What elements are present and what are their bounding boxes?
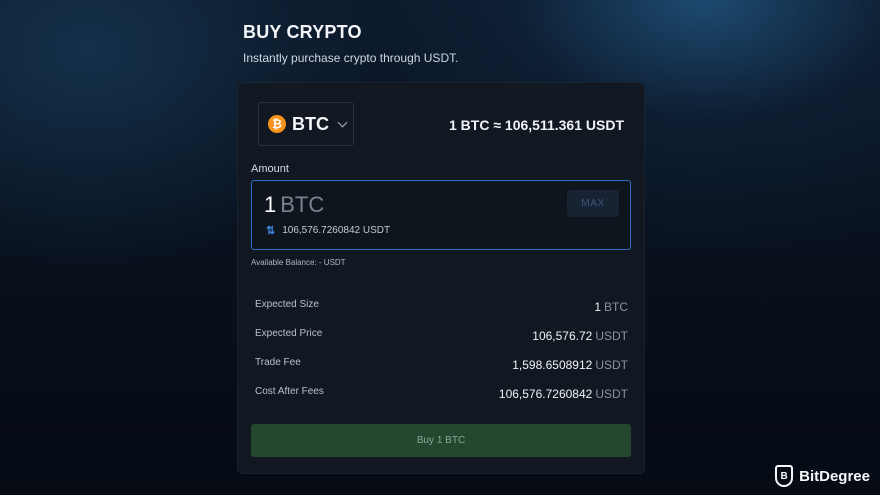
- detail-label: Expected Price: [255, 328, 323, 339]
- detail-value: 106,576.72 USDT: [532, 329, 628, 343]
- buy-button[interactable]: Buy 1 BTC: [251, 424, 631, 457]
- detail-row-trade-fee: Trade Fee 1,598.6508912 USDT: [255, 355, 628, 384]
- brand-logo: B BitDegree: [775, 465, 870, 487]
- detail-value: 106,576.7260842 USDT: [498, 387, 628, 401]
- detail-row-expected-price: Expected Price 106,576.72 USDT: [255, 326, 628, 355]
- amount-value[interactable]: 1: [264, 192, 276, 217]
- asset-select-dropdown[interactable]: ₿ BTC: [258, 102, 354, 146]
- brand-name: BitDegree: [799, 467, 870, 485]
- detail-label: Trade Fee: [255, 357, 301, 368]
- swap-icon[interactable]: ⇅: [266, 224, 275, 237]
- exchange-rate: 1 BTC ≈ 106,511.361 USDT: [449, 117, 624, 133]
- page-subtitle: Instantly purchase crypto through USDT.: [243, 51, 459, 65]
- buy-card: ₿ BTC 1 BTC ≈ 106,511.361 USDT Amount 1B…: [237, 82, 645, 474]
- bitcoin-icon: ₿: [268, 115, 286, 133]
- max-button[interactable]: MAX: [567, 190, 619, 217]
- detail-label: Expected Size: [255, 299, 319, 310]
- bitdegree-shield-icon: B: [775, 465, 794, 487]
- detail-value: 1 BTC: [594, 300, 628, 314]
- amount-input[interactable]: 1 BTC MAX ⇅ 106,576.7260842 USDT: [251, 180, 631, 250]
- detail-row-cost-after-fees: Cost After Fees 106,576.7260842 USDT: [255, 384, 628, 413]
- detail-value: 1,598.6508912 USDT: [512, 358, 628, 372]
- converted-amount: 106,576.7260842 USDT: [282, 225, 391, 236]
- amount-label: Amount: [251, 163, 289, 175]
- available-balance: Available Balance: - USDT: [251, 258, 346, 267]
- asset-name: BTC: [292, 113, 329, 134]
- detail-row-expected-size: Expected Size 1 BTC: [255, 297, 628, 326]
- chevron-down-icon: [337, 117, 348, 127]
- detail-label: Cost After Fees: [255, 386, 324, 397]
- amount-unit: BTC: [280, 192, 325, 217]
- order-details: Expected Size 1 BTC Expected Price 106,57…: [255, 297, 628, 413]
- page-title: BUY CRYPTO: [243, 22, 362, 42]
